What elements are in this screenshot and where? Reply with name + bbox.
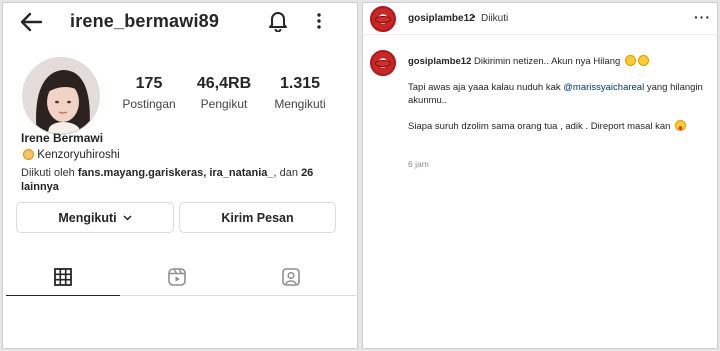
tagged-icon[interactable]: [281, 267, 301, 287]
post-header: gosiplambe12 • Diikuti ···: [363, 3, 717, 35]
back-arrow-icon[interactable]: [19, 11, 43, 33]
stat-posts-label: Postingan: [122, 97, 176, 111]
send-message-button-label: Kirim Pesan: [221, 210, 294, 225]
chevron-down-icon: [123, 214, 132, 221]
separator-dot: •: [472, 12, 476, 23]
caption-author-avatar[interactable]: [370, 50, 396, 76]
caption-line-1: gosiplambe12 Dikirimin netizen.. Akun ny…: [408, 55, 708, 68]
baby-emoji-icon: [23, 149, 34, 160]
caption-text-2-pre: Tapi awas aja yaaa kalau nuduh kak: [408, 82, 564, 93]
post-timestamp: 6 jam: [408, 159, 429, 169]
lips-icon: [375, 15, 391, 23]
grin-emoji-icon: [624, 55, 636, 66]
post-author-name[interactable]: gosiplambe12: [408, 13, 475, 24]
profile-bio: Kenzoryuhiroshi: [21, 149, 120, 161]
post-panel: gosiplambe12 • Diikuti ··· gosiplambe12 …: [362, 2, 718, 349]
lips-icon: [375, 59, 391, 67]
profile-panel: irene_bermawi89 175 Postingan 46,4RB Pen…: [2, 2, 358, 349]
kebab-menu-icon[interactable]: [316, 12, 322, 30]
author-avatar[interactable]: [370, 6, 396, 32]
stat-following-label: Mengikuti: [274, 97, 326, 111]
caption-line-3: Siapa suruh dzolim sama orang tua , adik…: [408, 120, 708, 133]
more-options-icon[interactable]: ···: [694, 9, 711, 25]
active-tab-indicator: [6, 295, 120, 296]
stat-following[interactable]: 1.315 Mengikuti: [269, 74, 331, 111]
following-button-label: Mengikuti: [58, 210, 117, 225]
reels-icon[interactable]: [167, 267, 187, 287]
tongue-emoji-icon: [675, 120, 687, 131]
caption-text-3: Siapa suruh dzolim sama orang tua , adik…: [408, 121, 671, 132]
caption-line-2: Tapi awas aja yaaa kalau nuduh kak @mari…: [408, 81, 708, 107]
grid-icon[interactable]: [53, 267, 73, 287]
following-button[interactable]: Mengikuti: [16, 202, 174, 233]
followed-by-line[interactable]: Diikuti oleh fans.mayang.gariskeras, ira…: [21, 166, 339, 194]
profile-top-bar: irene_bermawi89: [3, 3, 357, 41]
grin-emoji-icon: [637, 55, 649, 66]
stat-followers-count: 46,4RB: [196, 75, 252, 92]
profile-full-name: Irene Bermawi: [21, 131, 104, 145]
caption-author-name[interactable]: gosiplambe12: [408, 56, 471, 67]
stat-following-count: 1.315: [279, 75, 321, 92]
post-caption: gosiplambe12 Dikirimin netizen.. Akun ny…: [408, 55, 708, 133]
profile-username: irene_bermawi89: [70, 11, 220, 31]
followed-by-names: fans.mayang.gariskeras, ira_natania_: [77, 167, 274, 179]
followed-by-mid: , dan: [273, 167, 302, 179]
stat-followers-label: Pengikut: [200, 97, 248, 111]
caption-text-1: Dikirimin netizen.. Akun nya Hilang: [474, 56, 621, 67]
profile-bio-text: Kenzoryuhiroshi: [37, 149, 120, 161]
stat-posts-count: 175: [135, 75, 163, 92]
profile-avatar[interactable]: [22, 57, 100, 135]
bell-icon[interactable]: [268, 10, 288, 32]
followed-by-prefix: Diikuti oleh: [21, 167, 78, 179]
mention-link[interactable]: @marissyaichareal: [563, 82, 644, 93]
profile-tabs: [3, 258, 357, 298]
stat-posts[interactable]: 175 Postingan: [121, 74, 177, 111]
send-message-button[interactable]: Kirim Pesan: [179, 202, 336, 233]
follow-status[interactable]: Diikuti: [481, 13, 508, 24]
stat-followers[interactable]: 46,4RB Pengikut: [194, 74, 254, 111]
